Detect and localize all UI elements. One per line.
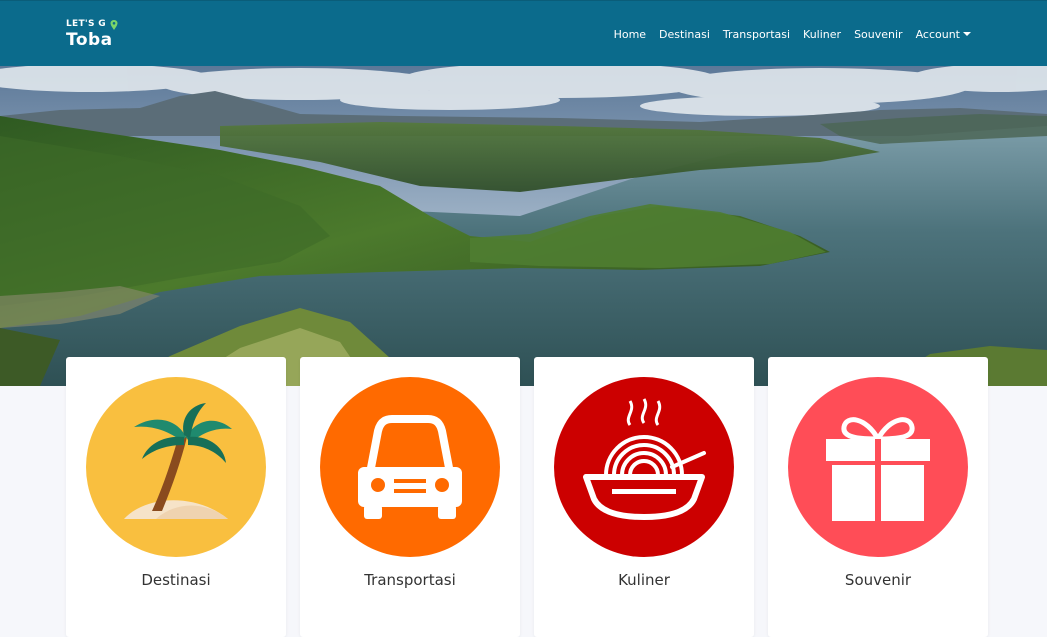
noodle-bowl-icon (554, 377, 734, 557)
card-kuliner[interactable]: Kuliner (534, 357, 754, 637)
caret-down-icon (963, 31, 971, 36)
category-cards: Destinasi Transportasi Kuliner Souvenir (0, 357, 1047, 637)
card-label-kuliner: Kuliner (618, 571, 670, 589)
gift-icon (788, 377, 968, 557)
car-icon (320, 377, 500, 557)
nav-item-transportasi[interactable]: Transportasi (723, 28, 790, 41)
card-label-destinasi: Destinasi (141, 571, 211, 589)
card-label-souvenir: Souvenir (844, 571, 912, 589)
palm-tree-icon (86, 377, 266, 557)
nav-menu: Home Destinasi Transportasi Kuliner Souv… (601, 23, 971, 45)
nav-item-kuliner[interactable]: Kuliner (803, 28, 841, 41)
card-label-transportasi: Transportasi (364, 571, 456, 589)
nav-item-home[interactable]: Home (614, 28, 646, 41)
brand-logo[interactable]: LET'S G Toba (66, 19, 126, 53)
nav-item-destinasi[interactable]: Destinasi (659, 28, 710, 41)
lake-landscape-image (0, 66, 1047, 386)
card-transportasi[interactable]: Transportasi (300, 357, 520, 637)
top-navbar: LET'S G Toba Home Destinasi Transportasi… (0, 0, 1047, 66)
account-dropdown[interactable]: Account (916, 28, 971, 41)
nav-item-souvenir[interactable]: Souvenir (854, 28, 903, 41)
hero-banner (0, 66, 1047, 386)
map-pin-icon (110, 20, 118, 30)
logo-top-text: LET'S G (66, 19, 106, 29)
card-souvenir[interactable]: Souvenir (768, 357, 988, 637)
account-label: Account (915, 27, 960, 41)
card-destinasi[interactable]: Destinasi (66, 357, 286, 637)
logo-bottom-text: Toba (66, 30, 113, 50)
